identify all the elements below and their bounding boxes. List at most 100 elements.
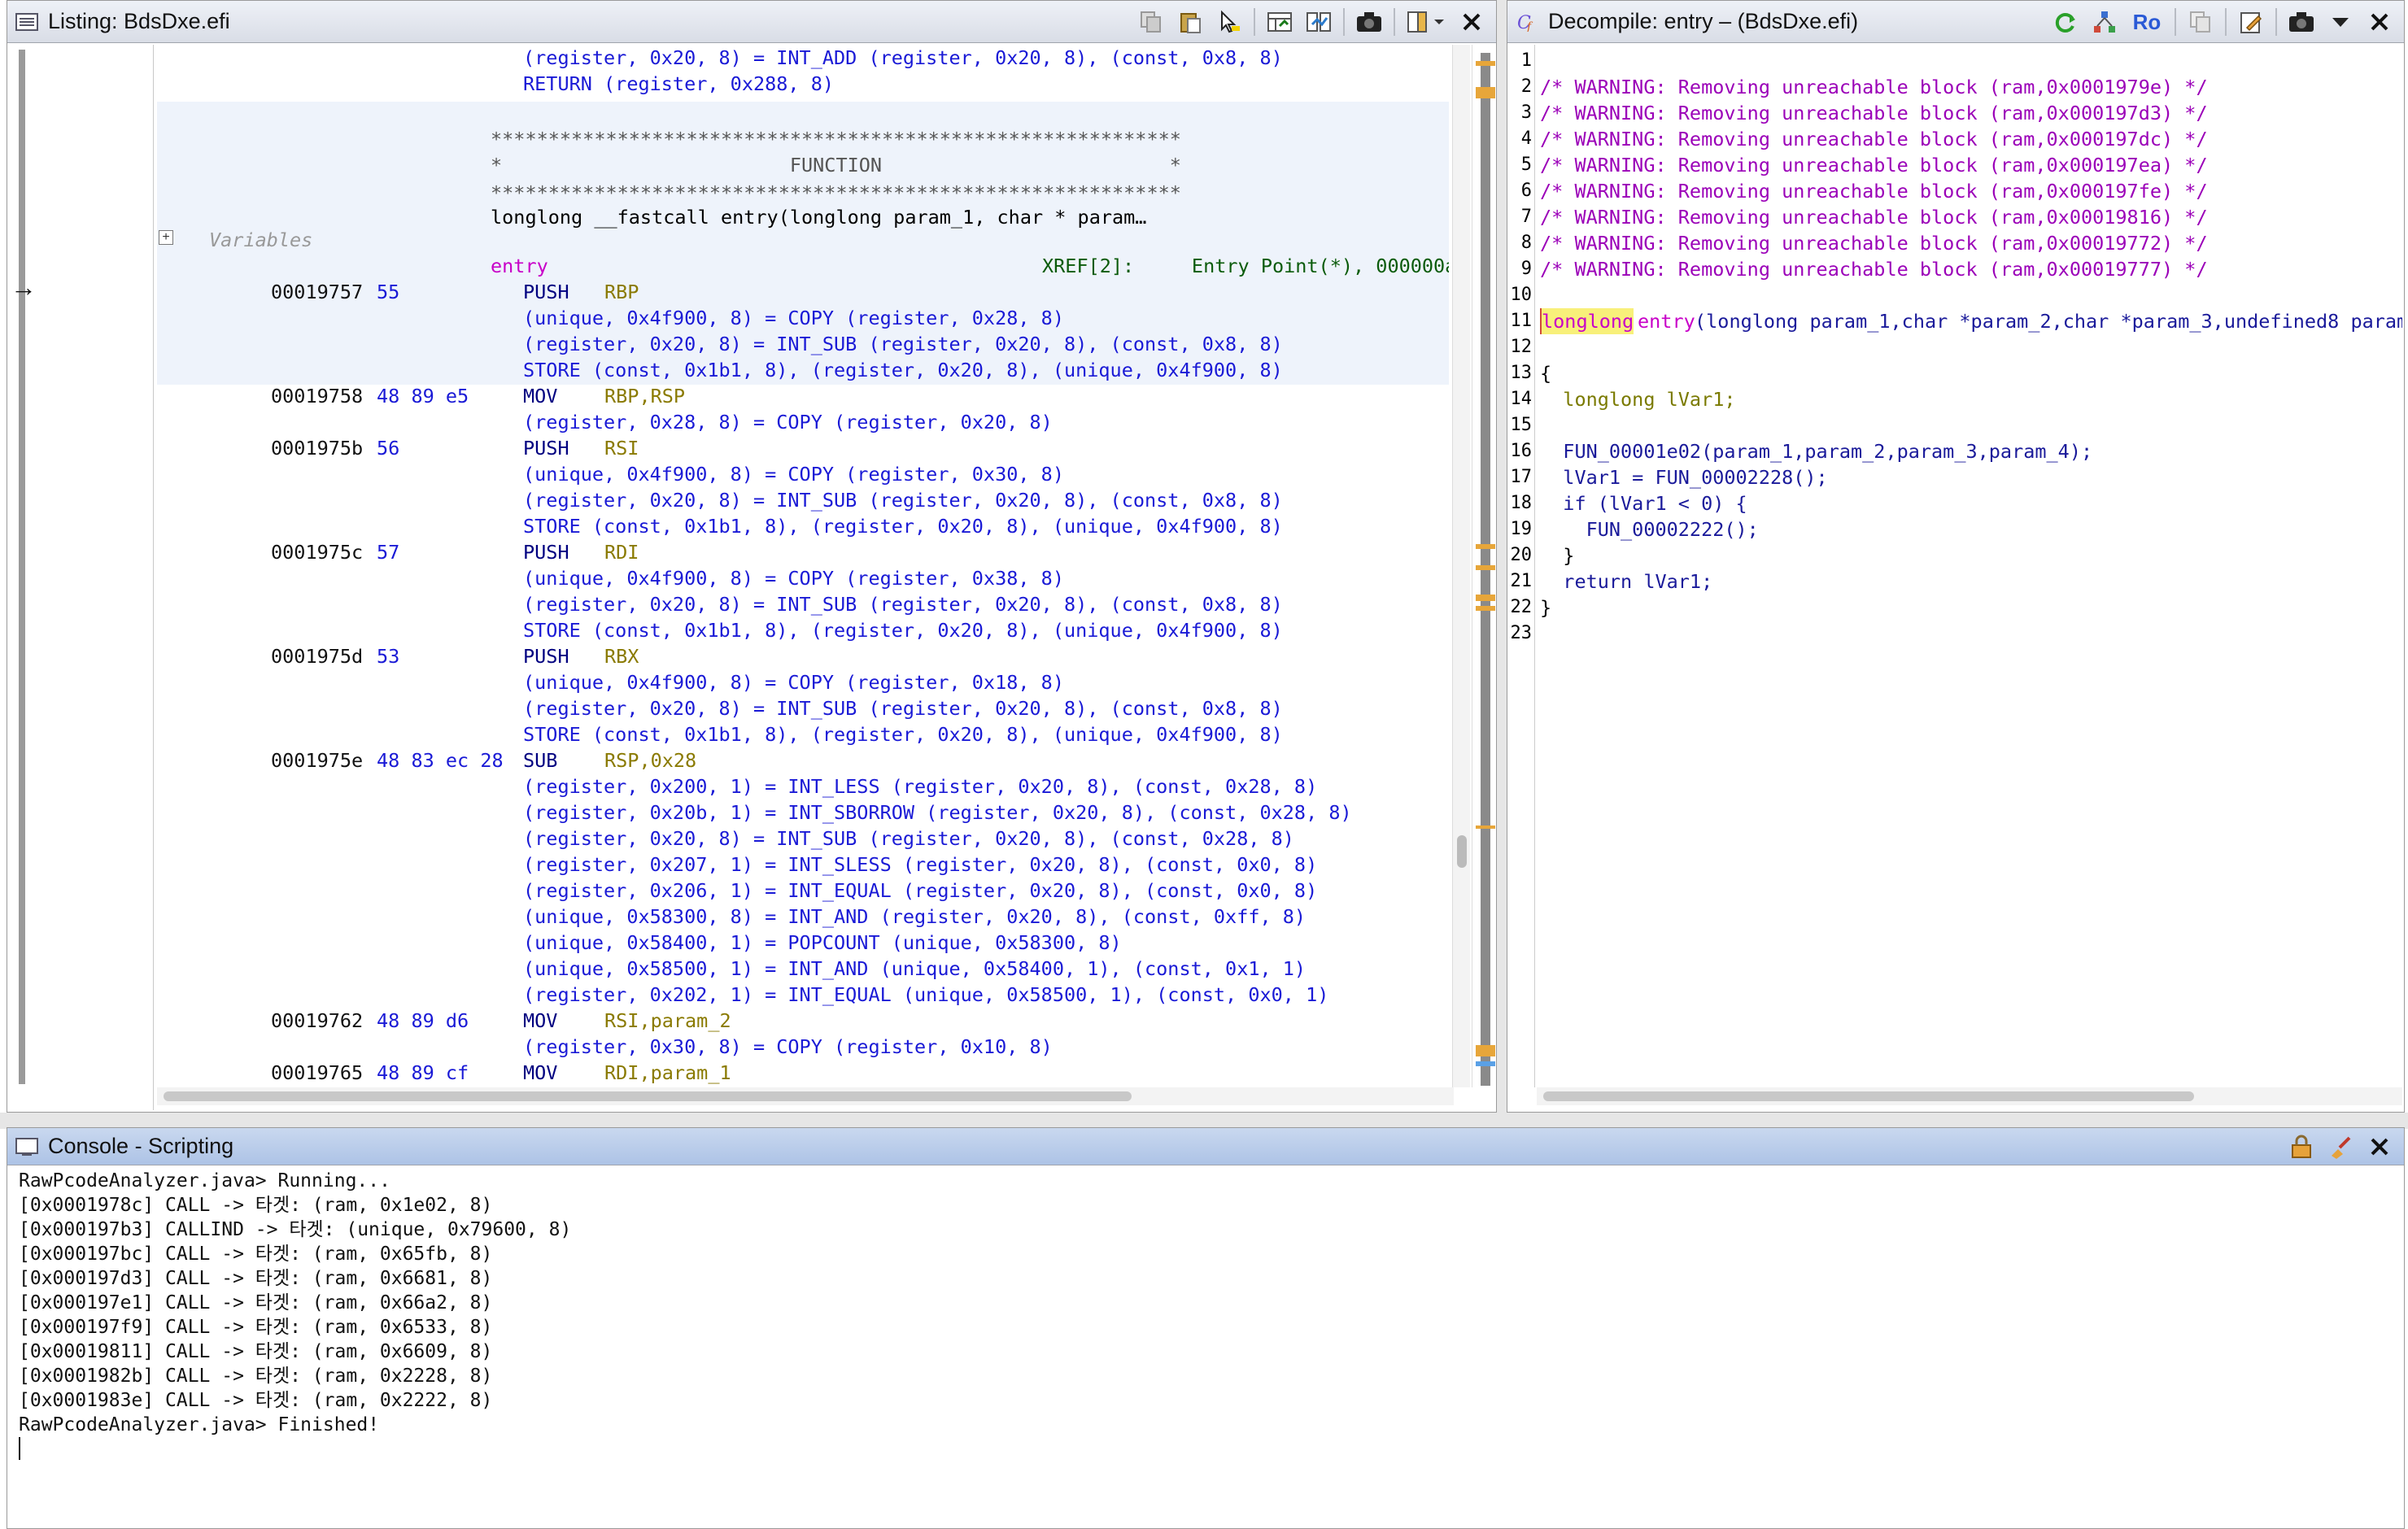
entry-label[interactable]: entry: [491, 253, 548, 279]
listing-vertical-scrollbar[interactable]: [1452, 45, 1470, 1087]
copy-icon[interactable]: [2184, 6, 2217, 38]
instruction-mnemonic[interactable]: PUSH: [523, 643, 569, 669]
instruction-row[interactable]: 0001975e 48 83 ec 28 SUB RSP,0x28: [157, 747, 1442, 773]
instruction-row[interactable]: 00019758 48 89 e5 MOV RBP,RSP: [157, 383, 1442, 409]
close-brace[interactable]: }: [1540, 542, 1574, 568]
instruction-operands[interactable]: RBP: [604, 279, 639, 305]
instruction-mnemonic[interactable]: PUSH: [523, 435, 569, 461]
function-params[interactable]: (longlong param_1,char *param_2,char *pa…: [1695, 308, 2402, 334]
return-type[interactable]: longlong: [1540, 308, 1634, 334]
instruction-operands[interactable]: RBP,RSP: [604, 383, 685, 409]
pcode-line: (unique, 0x4f900, 8) = COPY (register, 0…: [523, 567, 1064, 590]
instruction-address[interactable]: 0001975b: [271, 435, 363, 461]
close-listing-icon[interactable]: [1455, 6, 1488, 38]
if-statement[interactable]: if (lVar1 < 0) {: [1540, 490, 1747, 516]
edit-signature-icon[interactable]: [2235, 6, 2267, 38]
instruction-bytes[interactable]: 57: [377, 539, 399, 565]
instruction-mnemonic[interactable]: PUSH: [523, 539, 569, 565]
expand-variables-icon[interactable]: +: [159, 230, 173, 245]
copy-icon[interactable]: [1135, 6, 1167, 38]
warning-comment[interactable]: /* WARNING: Removing unreachable block (…: [1540, 126, 2208, 152]
refresh-icon[interactable]: [2049, 6, 2082, 38]
instruction-mnemonic[interactable]: MOV: [523, 1008, 557, 1034]
instruction-address[interactable]: 0001975c: [271, 539, 363, 565]
warning-comment[interactable]: /* WARNING: Removing unreachable block (…: [1540, 100, 2208, 126]
function-graph-icon[interactable]: [2088, 6, 2121, 38]
instruction-operands[interactable]: RDI,param_1: [604, 1060, 731, 1086]
instruction-mnemonic[interactable]: SUB: [523, 747, 557, 773]
pane-splitter[interactable]: [1497, 0, 1507, 1113]
console-splitter[interactable]: [0, 1113, 2408, 1129]
clear-console-icon[interactable]: [2324, 1130, 2357, 1163]
close-brace[interactable]: }: [1540, 595, 1551, 621]
instruction-row[interactable]: 00019757 55 PUSH RBP: [157, 279, 1442, 305]
toolbar-separator: [2175, 8, 2176, 36]
edit-listing-fields-icon[interactable]: [1263, 6, 1296, 38]
function-signature[interactable]: longlong __fastcall entry(longlong param…: [491, 204, 1146, 230]
console-output[interactable]: RawPcodeAnalyzer.java> Running... [0x0001…: [7, 1169, 2404, 1528]
return-statement[interactable]: return lVar1;: [1540, 568, 1712, 595]
instruction-mnemonic[interactable]: MOV: [523, 1060, 557, 1086]
instruction-address[interactable]: 00019757: [271, 279, 363, 305]
decompile-hscroll-thumb[interactable]: [1543, 1091, 2194, 1101]
instruction-bytes[interactable]: 55: [377, 279, 399, 305]
instruction-operands[interactable]: RBX: [604, 643, 639, 669]
instruction-address[interactable]: 0001975e: [271, 747, 363, 773]
instruction-bytes[interactable]: 48 89 e5: [377, 383, 469, 409]
function-name[interactable]: entry: [1638, 308, 1695, 334]
snapshot-camera-icon[interactable]: [1353, 6, 1385, 38]
assignment[interactable]: lVar1 = FUN_00002228();: [1540, 464, 1827, 490]
instruction-bytes[interactable]: 48 83 ec 28: [377, 747, 504, 773]
instruction-bytes[interactable]: 48 89 d6: [377, 1008, 469, 1034]
instruction-operands[interactable]: RSP,0x28: [604, 747, 696, 773]
instruction-mnemonic[interactable]: MOV: [523, 383, 557, 409]
display-options-icon[interactable]: [1403, 6, 1449, 38]
instruction-operands[interactable]: RSI: [604, 435, 639, 461]
instruction-row[interactable]: 0001975d 53 PUSH RBX: [157, 643, 1442, 669]
menu-dropdown-icon[interactable]: [2324, 6, 2357, 38]
instruction-row[interactable]: 0001975c 57 PUSH RDI: [157, 539, 1442, 565]
instruction-operands[interactable]: RDI: [604, 539, 639, 565]
listing-horizontal-scrollbar[interactable]: [157, 1087, 1454, 1105]
instruction-row[interactable]: 0001975b 56 PUSH RSI: [157, 435, 1442, 461]
instruction-address[interactable]: 0001975d: [271, 643, 363, 669]
close-decompile-icon[interactable]: [2363, 6, 2396, 38]
decompile-code-area[interactable]: 1 2 3 4 5 6 7 8 9 10 11 12 13 14 15 16 17 18 19 20 21 22 23/* …: [1507, 48, 2403, 1087]
instruction-row[interactable]: 00019765 48 89 cf MOV RDI,param_1: [157, 1060, 1442, 1086]
instruction-row[interactable]: 00019762 48 89 d6 MOV RSI,param_2: [157, 1008, 1442, 1034]
listing-scroll-thumb[interactable]: [1457, 835, 1467, 868]
scroll-lock-icon[interactable]: [2285, 1130, 2318, 1163]
close-console-icon[interactable]: [2363, 1130, 2396, 1163]
listing-overview-bar[interactable]: [1472, 45, 1496, 1087]
xref-label[interactable]: XREF[2]: Entry Point(*), 000000a: [1042, 253, 1449, 279]
listing-code-area[interactable]: (register, 0x20, 8) = INT_ADD (register,…: [157, 45, 1449, 1087]
snapshot-camera-icon[interactable]: [2285, 6, 2318, 38]
function-call[interactable]: FUN_00002222();: [1540, 516, 1759, 542]
warning-comment[interactable]: /* WARNING: Removing unreachable block (…: [1540, 256, 2208, 282]
decompile-horizontal-scrollbar[interactable]: [1537, 1087, 2402, 1105]
listing-hscroll-thumb[interactable]: [164, 1091, 1132, 1101]
function-banner-stars: ****************************************…: [491, 128, 1181, 150]
warning-comment[interactable]: /* WARNING: Removing unreachable block (…: [1540, 178, 2208, 204]
instruction-operands[interactable]: RSI,param_2: [604, 1008, 731, 1034]
warning-comment[interactable]: /* WARNING: Removing unreachable block (…: [1540, 204, 2208, 230]
warning-comment[interactable]: /* WARNING: Removing unreachable block (…: [1540, 74, 2208, 100]
open-brace[interactable]: {: [1540, 360, 1551, 386]
line-number: 5: [1520, 155, 1532, 175]
instruction-bytes[interactable]: 48 89 cf: [377, 1060, 469, 1086]
instruction-address[interactable]: 00019762: [271, 1008, 363, 1034]
warning-comment[interactable]: /* WARNING: Removing unreachable block (…: [1540, 230, 2208, 256]
instruction-address[interactable]: 00019765: [271, 1060, 363, 1086]
instruction-mnemonic[interactable]: PUSH: [523, 279, 569, 305]
instruction-bytes[interactable]: 56: [377, 435, 399, 461]
cursor-highlight-icon[interactable]: [1213, 6, 1245, 38]
local-declaration[interactable]: longlong lVar1;: [1540, 386, 1735, 412]
diff-view-icon[interactable]: [1302, 6, 1335, 38]
function-call[interactable]: FUN_00001e02(param_1,param_2,param_3,par…: [1540, 438, 2092, 464]
readonly-toggle[interactable]: Ro: [2127, 6, 2166, 38]
instruction-bytes[interactable]: 53: [377, 643, 399, 669]
warning-comment[interactable]: /* WARNING: Removing unreachable block (…: [1540, 152, 2208, 178]
instruction-address[interactable]: 00019758: [271, 383, 363, 409]
paste-icon[interactable]: [1174, 6, 1206, 38]
variables-label[interactable]: Variables: [209, 227, 312, 253]
